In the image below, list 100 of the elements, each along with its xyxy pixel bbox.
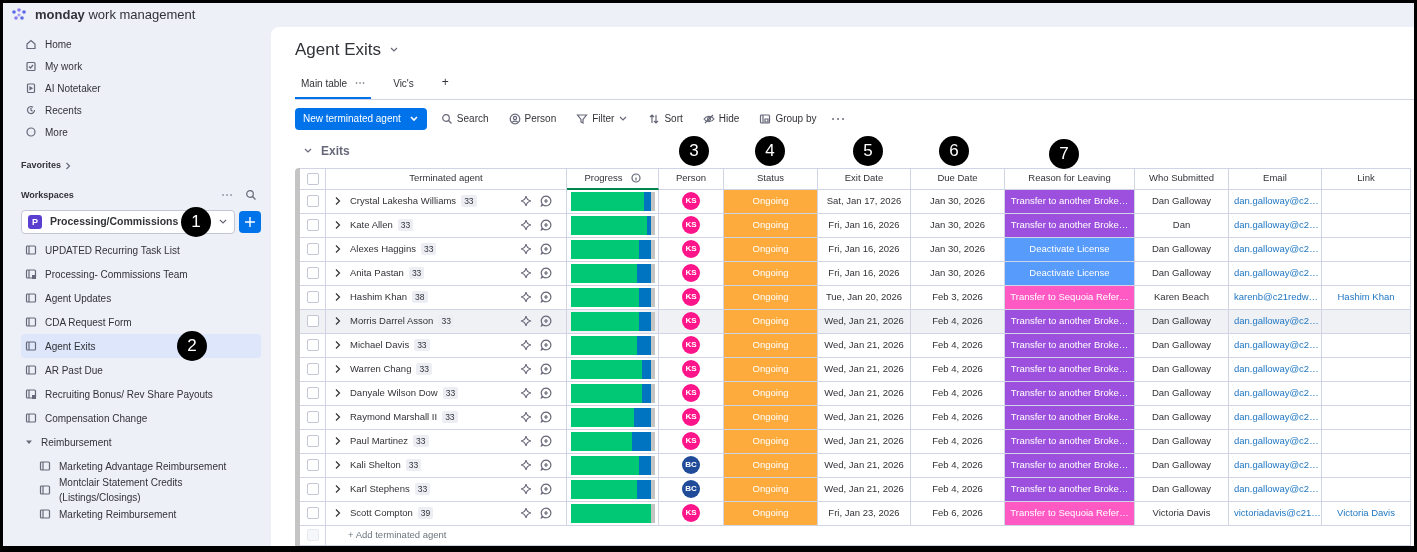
section-heading[interactable]: Favorites	[21, 159, 62, 173]
add-comment-icon[interactable]	[540, 483, 552, 495]
email-link[interactable]: dan.galloway@c2…	[1234, 409, 1319, 425]
table-row[interactable]: Raymond Marshall II 33 KS Ongoing Wed, Jan 21, 2026 Feb 4, 2026 Transfer to another Broke… Dan Galloway dan.galloway@c2…	[300, 405, 1411, 430]
toolbar-button[interactable]: Filter	[570, 111, 635, 126]
table-row[interactable]: Paul Martinez 33 KS Ongoing Wed, Jan 21, 2026 Feb 4, 2026 Transfer to another Broke… Dan Galloway dan.galloway@c2…	[300, 429, 1411, 454]
nav-item[interactable]: More	[21, 121, 261, 143]
sparkle-icon[interactable]	[520, 387, 532, 399]
avatar[interactable]: KS	[682, 504, 700, 522]
nav-item[interactable]: AI Notetaker	[21, 77, 261, 99]
toolbar-button[interactable]: Search	[434, 111, 495, 126]
email-link[interactable]: dan.galloway@c2…	[1234, 241, 1319, 257]
reason-label[interactable]: Transfer to another Broke…	[1005, 477, 1134, 501]
nav-item[interactable]: My work	[21, 55, 261, 77]
column-header[interactable]: Person	[659, 168, 724, 190]
checkbox[interactable]	[306, 339, 319, 351]
email-link[interactable]: dan.galloway@c2…	[1234, 433, 1319, 449]
reason-label[interactable]: Transfer to another Broke…	[1005, 453, 1134, 477]
checkbox[interactable]	[306, 219, 319, 231]
reason-label[interactable]: Transfer to another Broke…	[1005, 381, 1134, 405]
avatar[interactable]: KS	[682, 264, 700, 282]
avatar[interactable]: KS	[682, 192, 700, 210]
folder-item[interactable]: Reimbursement	[21, 430, 261, 454]
item-name[interactable]: Raymond Marshall II	[350, 409, 438, 425]
chevron-right-icon[interactable]	[334, 196, 342, 206]
nav-item[interactable]: Recents	[21, 99, 261, 121]
avatar[interactable]: KS	[682, 432, 700, 450]
add-comment-icon[interactable]	[540, 219, 552, 231]
checkbox[interactable]	[306, 435, 319, 447]
email-link[interactable]: victoriadavis@c21…	[1234, 505, 1321, 521]
chevron-right-icon[interactable]	[334, 436, 342, 446]
board-item[interactable]: CDA Request Form	[21, 310, 261, 334]
chevron-down-icon[interactable]	[303, 146, 313, 155]
email-link[interactable]: dan.galloway@c2…	[1234, 265, 1319, 281]
reason-label[interactable]: Transfer to another Broke…	[1005, 189, 1134, 213]
checkbox[interactable]	[306, 243, 319, 255]
add-comment-icon[interactable]	[540, 387, 552, 399]
column-header[interactable]: Terminated agent	[326, 168, 567, 190]
avatar[interactable]: KS	[682, 240, 700, 258]
item-name[interactable]: Alexes Haggins	[350, 241, 416, 257]
reason-label[interactable]: Transfer to another Broke…	[1005, 405, 1134, 429]
reason-label[interactable]: Transfer to another Broke…	[1005, 333, 1134, 357]
add-comment-icon[interactable]	[540, 243, 552, 255]
avatar[interactable]: KS	[682, 312, 700, 330]
avatar[interactable]: KS	[682, 336, 700, 354]
add-comment-icon[interactable]	[540, 363, 552, 375]
sparkle-icon[interactable]	[520, 339, 532, 351]
board-item[interactable]: Marketing Advantage Reimbursement	[21, 454, 261, 478]
chevron-right-icon[interactable]	[334, 244, 342, 254]
table-row[interactable]: Michael Davis 33 KS Ongoing Wed, Jan 21, 2026 Feb 4, 2026 Transfer to another Broke… Dan Galloway dan.galloway@c2…	[300, 333, 1411, 358]
chevron-right-icon[interactable]	[334, 268, 342, 278]
chevron-right-icon[interactable]	[334, 340, 342, 350]
board-item[interactable]: Marketing Reimbursement	[21, 502, 261, 526]
sparkle-icon[interactable]	[520, 315, 532, 327]
avatar[interactable]: KS	[682, 384, 700, 402]
board-item[interactable]: UPDATED Recurring Task List	[21, 238, 261, 262]
board-item[interactable]: Processing- Commissions Team	[21, 262, 261, 286]
toolbar-button[interactable]: Group by	[753, 111, 823, 126]
item-name[interactable]: Danyale Wilson Dow	[350, 385, 438, 401]
email-link[interactable]: dan.galloway@c2…	[1234, 217, 1319, 233]
toolbar-button[interactable]: Person	[502, 111, 563, 126]
board-item[interactable]: Montclair Statement Credits (Listings/Closings)	[21, 478, 261, 502]
group-title[interactable]: Exits	[321, 141, 350, 160]
checkbox[interactable]	[306, 195, 319, 207]
item-name[interactable]: Kali Shelton	[350, 457, 401, 473]
column-header[interactable]: Exit Date	[818, 168, 911, 190]
board-item[interactable]: AR Past Due	[21, 358, 261, 382]
checkbox[interactable]	[306, 411, 319, 423]
link[interactable]: Victoria Davis	[1337, 505, 1395, 521]
checkbox[interactable]	[306, 507, 319, 519]
item-name[interactable]: Hashim Khan	[350, 289, 408, 305]
sparkle-icon[interactable]	[520, 243, 532, 255]
column-header[interactable]: Due Date	[911, 168, 1005, 190]
item-name[interactable]: Paul Martinez	[350, 433, 409, 449]
chevron-right-icon[interactable]	[334, 388, 342, 398]
nav-item[interactable]: Home	[21, 33, 261, 55]
item-name[interactable]: Kate Allen	[350, 217, 393, 233]
board-item[interactable]: Recruiting Bonus/ Rev Share Payouts	[21, 382, 261, 406]
table-row[interactable]: Danyale Wilson Dow 33 KS Ongoing Wed, Jan 21, 2026 Feb 4, 2026 Transfer to another Broke… Dan Galloway dan.galloway@c2…	[300, 381, 1411, 406]
reason-label[interactable]: Transfer to another Broke…	[1005, 309, 1134, 333]
sparkle-icon[interactable]	[520, 435, 532, 447]
add-comment-icon[interactable]	[540, 339, 552, 351]
checkbox[interactable]	[306, 459, 319, 471]
column-header[interactable]: Link	[1322, 168, 1411, 190]
chevron-right-icon[interactable]	[334, 292, 342, 302]
avatar[interactable]: KS	[682, 360, 700, 378]
item-name[interactable]: Morris Darrel Asson	[350, 313, 434, 329]
chevron-down-icon[interactable]	[389, 45, 399, 54]
avatar[interactable]: BC	[682, 456, 700, 474]
item-name[interactable]: Warren Chang	[350, 361, 412, 377]
checkbox[interactable]	[306, 267, 319, 279]
column-header[interactable]: Progress	[567, 168, 659, 190]
view-tab[interactable]: Main table	[295, 73, 372, 99]
more-icon[interactable]	[830, 115, 845, 122]
reason-label[interactable]: Transfer to another Broke…	[1005, 429, 1134, 453]
add-item-link[interactable]: + Add terminated agent	[348, 527, 447, 543]
sparkle-icon[interactable]	[520, 363, 532, 375]
email-link[interactable]: dan.galloway@c2…	[1234, 481, 1319, 497]
view-tab[interactable]: Vic's	[387, 73, 420, 99]
toolbar-button[interactable]: Sort	[642, 111, 689, 126]
